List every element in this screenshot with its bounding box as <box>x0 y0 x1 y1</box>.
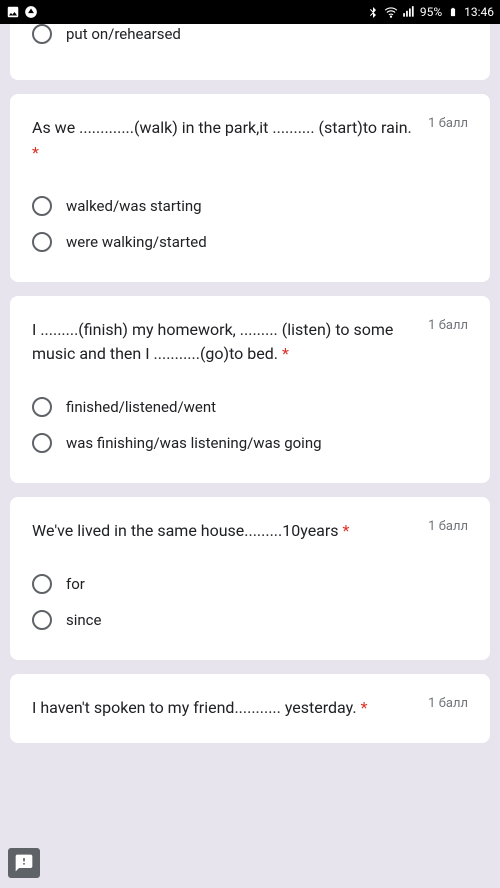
question-card: I haven't spoken to my friend...........… <box>10 674 490 743</box>
clock-time: 13:46 <box>464 5 494 19</box>
feedback-icon <box>14 853 34 873</box>
question-card: As we .............(walk) in the park,it… <box>10 94 490 282</box>
radio-icon <box>32 433 52 453</box>
radio-option[interactable]: were walking/started <box>32 224 468 260</box>
form-content: put on/rehearsed As we .............(wal… <box>0 24 500 743</box>
update-icon <box>24 5 38 19</box>
required-marker: * <box>361 698 368 717</box>
option-label: was finishing/was listening/was going <box>66 434 322 452</box>
question-card: I .........(finish) my homework, .......… <box>10 296 490 484</box>
question-text: As we .............(walk) in the park,it… <box>32 116 416 166</box>
required-marker: * <box>343 521 350 540</box>
question-text: We've lived in the same house.........10… <box>32 519 416 544</box>
radio-option[interactable]: finished/listened/went <box>32 389 468 425</box>
question-text: I haven't spoken to my friend...........… <box>32 696 416 721</box>
points-label: 1 балл <box>428 116 468 131</box>
points-label: 1 балл <box>428 519 468 534</box>
option-label: were walking/started <box>66 233 207 251</box>
signal-icon <box>402 5 416 19</box>
points-label: 1 балл <box>428 318 468 333</box>
question-text: I .........(finish) my homework, .......… <box>32 318 416 368</box>
battery-icon <box>446 5 460 19</box>
radio-option[interactable]: since <box>32 602 468 638</box>
question-body: As we .............(walk) in the park,it… <box>32 118 412 137</box>
radio-icon <box>32 574 52 594</box>
radio-icon <box>32 232 52 252</box>
radio-icon <box>32 610 52 630</box>
radio-icon <box>32 196 52 216</box>
feedback-button[interactable] <box>8 848 40 878</box>
option-label: for <box>66 575 85 593</box>
radio-option[interactable]: for <box>32 566 468 602</box>
status-left <box>6 5 38 19</box>
required-marker: * <box>282 344 289 363</box>
points-label: 1 балл <box>428 696 468 711</box>
question-card: We've lived in the same house.........10… <box>10 497 490 660</box>
status-bar: 95% 13:46 <box>0 0 500 24</box>
question-body: I .........(finish) my homework, .......… <box>32 320 393 364</box>
bluetooth-icon <box>366 5 380 19</box>
question-card-partial: put on/rehearsed <box>10 24 490 80</box>
option-label: walked/was starting <box>66 197 202 215</box>
status-right: 95% 13:46 <box>366 5 494 19</box>
radio-icon <box>32 397 52 417</box>
option-label: put on/rehearsed <box>66 25 181 43</box>
radio-option[interactable]: walked/was starting <box>32 188 468 224</box>
image-icon <box>6 5 20 19</box>
option-label: finished/listened/went <box>66 398 216 416</box>
radio-option[interactable]: put on/rehearsed <box>32 24 468 52</box>
question-body: I haven't spoken to my friend...........… <box>32 698 357 717</box>
question-body: We've lived in the same house.........10… <box>32 521 339 540</box>
option-label: since <box>66 611 101 629</box>
battery-percentage: 95% <box>420 5 442 19</box>
radio-option[interactable]: was finishing/was listening/was going <box>32 425 468 461</box>
radio-icon <box>32 24 52 44</box>
wifi-icon <box>384 5 398 19</box>
required-marker: * <box>32 143 39 162</box>
